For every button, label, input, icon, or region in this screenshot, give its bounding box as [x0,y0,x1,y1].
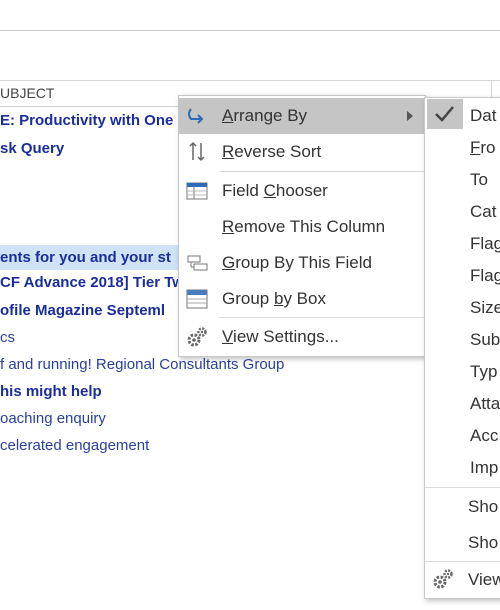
submenu-item-label: Sub [470,330,500,349]
message-row[interactable]: E: Productivity with One [0,112,180,129]
menu-separator [219,171,425,172]
message-subject: CF Advance 2018] Tier Tw [0,274,180,291]
submenu-item-label: Typ [470,362,498,381]
message-row[interactable]: ofile Magazine Septeml [0,302,180,319]
submenu-item-label: To [470,170,488,189]
arrange-by-size-item[interactable]: Size [425,292,500,324]
message-subject: celerated engagement [0,437,150,454]
message-subject: cs [0,329,15,346]
submenu-item-label: Sho [468,533,499,552]
message-row[interactable]: ents for you and your st [0,245,180,270]
column-context-menu: Arrange By Reverse Sort Field Chooser Re… [178,95,426,357]
arrange-by-subject-item[interactable]: Sub [425,324,500,356]
group-by-field-label: Group By This Field [222,253,372,272]
group-by-field-icon [185,251,209,275]
message-row[interactable]: his might help [0,383,330,400]
arrange-by-label: Arrange By [222,106,308,125]
arrange-by-attachments-item[interactable]: Atta [425,388,500,420]
message-subject: f and running! Regional Consultants Grou… [0,356,285,373]
menu-separator [425,561,500,562]
submenu-item-label: Size [470,298,500,317]
menu-separator [425,487,500,488]
message-row[interactable]: f and running! Regional Consultants Grou… [0,356,330,373]
arrange-by-flag-start-item[interactable]: Flag [425,228,500,260]
arrange-by-importance-item[interactable]: Imp [425,452,500,484]
submenu-item-label: View [468,570,500,589]
submenu-item-label: Dat [470,106,497,125]
submenu-item-label: Imp [470,458,499,477]
submenu-item-label: Atta [470,394,500,413]
submenu-item-label: Cat [470,202,497,221]
submenu-item-label: Fro [470,138,496,157]
message-row[interactable]: celerated engagement [0,437,330,454]
message-subject: oaching enquiry [0,410,106,427]
top-toolbar-area [0,0,500,80]
view-settings-icon [431,567,455,591]
toolbar-divider [0,30,500,31]
message-subject: sk Query [0,140,65,157]
arrange-by-submenu: Dat Fro To Cat Flag Flag Size Sub Typ At… [424,97,500,599]
submenu-item-label: Flag [470,234,500,253]
submenu-item-label: Acc [470,426,499,445]
reverse-sort-label: Reverse Sort [222,142,322,161]
group-by-box-menu-item[interactable]: Group by Box [179,281,425,317]
remove-column-menu-item[interactable]: Remove This Column [179,209,425,245]
view-settings-icon [185,325,209,349]
reverse-sort-menu-item[interactable]: Reverse Sort [179,134,425,170]
arrange-by-icon [185,104,209,128]
submenu-arrow-icon [407,111,413,121]
message-subject: ents for you and your st [0,249,171,266]
reverse-sort-icon [185,140,209,164]
arrange-by-categories-item[interactable]: Cat [425,196,500,228]
message-subject: E: Productivity with One [0,112,174,129]
arrange-by-date-item[interactable]: Dat [425,100,500,132]
arrange-by-account-item[interactable]: Acc [425,420,500,452]
arrange-by-type-item[interactable]: Typ [425,356,500,388]
message-row[interactable]: CF Advance 2018] Tier Tw [0,274,180,291]
arrange-by-to-item[interactable]: To [425,164,500,196]
group-by-field-menu-item[interactable]: Group By This Field [179,245,425,281]
show-in-groups-item[interactable]: Sho [425,525,500,561]
submenu-view-settings-item[interactable]: View [425,563,500,597]
message-subject: ofile Magazine Septeml [0,302,166,319]
arrange-by-flag-due-item[interactable]: Flag [425,260,500,292]
field-chooser-menu-item[interactable]: Field Chooser [179,173,425,209]
message-row[interactable]: sk Query [0,140,180,157]
arrange-by-menu-item[interactable]: Arrange By [179,98,425,134]
field-chooser-icon [185,179,209,203]
message-subject: his might help [0,383,102,400]
submenu-item-label: Sho [468,497,499,516]
message-row[interactable]: oaching enquiry [0,410,330,427]
submenu-item-label: Flag [470,266,500,285]
view-settings-menu-item[interactable]: View Settings... [179,319,425,355]
group-by-box-label: Group by Box [222,289,326,308]
remove-column-label: Remove This Column [222,217,386,236]
view-settings-label: View Settings... [222,327,339,346]
menu-separator [219,317,425,318]
message-row[interactable]: cs [0,329,180,346]
group-by-box-icon [185,287,209,311]
subject-column-header[interactable]: UBJECT [0,85,54,101]
arrange-by-from-item[interactable]: Fro [425,132,500,164]
show-as-conversations-item[interactable]: Sho [425,489,500,525]
field-chooser-label: Field Chooser [222,181,328,200]
